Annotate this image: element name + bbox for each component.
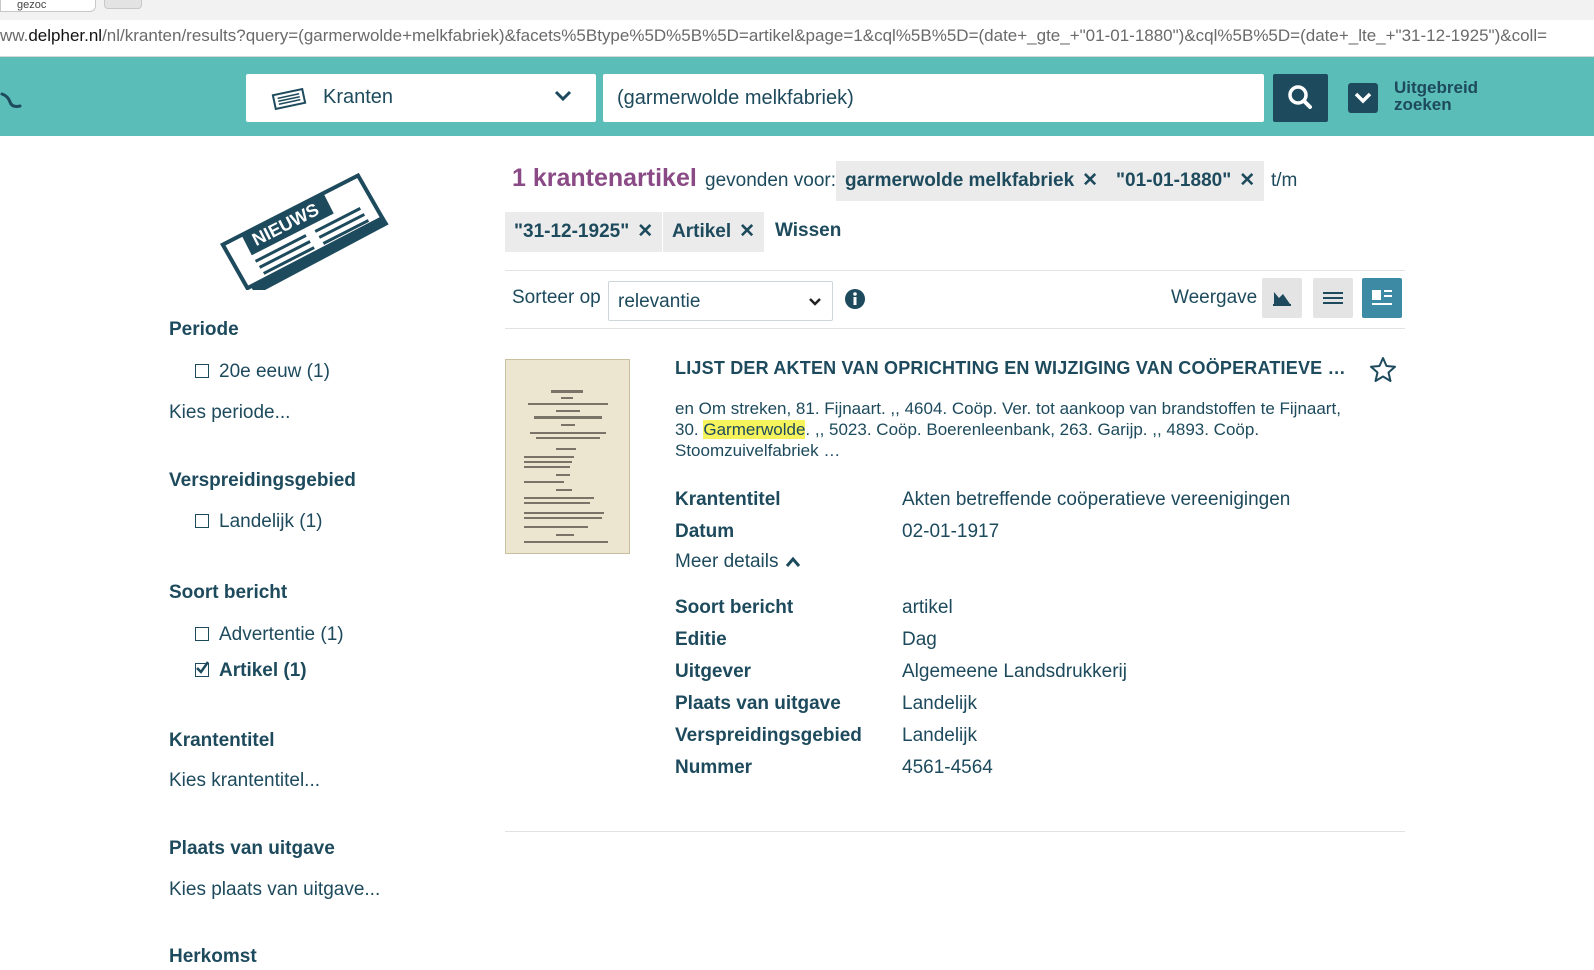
checkmark-icon	[196, 661, 209, 674]
sort-label: Sorteer op	[512, 287, 601, 308]
detail-key: Uitgever	[675, 661, 752, 682]
detail-value: artikel	[902, 597, 953, 618]
divider	[505, 328, 1405, 329]
image-view-icon	[1273, 292, 1291, 306]
snippet-line: 30. Garmerwolde. ,, 5023. Coöp. Boerenle…	[675, 419, 1375, 440]
checkbox-landelijk[interactable]	[195, 514, 209, 528]
detail-key: Verspreidingsgebied	[675, 725, 862, 746]
newspaper-icon	[271, 87, 307, 111]
checkbox-artikel-checked[interactable]	[195, 661, 209, 677]
view-label: Weergave	[1171, 287, 1258, 308]
star-icon[interactable]	[1368, 355, 1398, 385]
snippet-line: Stoomzuivelfabriek …	[675, 441, 841, 460]
filter-chip-type: Artikel ✕	[663, 212, 765, 252]
until-label: t/m	[1271, 170, 1298, 191]
snippet-highlight: Garmerwolde	[703, 420, 806, 439]
advanced-search-toggle[interactable]	[1348, 83, 1378, 113]
chevron-up-icon[interactable]	[785, 555, 801, 569]
checkbox-20e-eeuw[interactable]	[195, 364, 209, 378]
view-list-button[interactable]	[1313, 278, 1353, 318]
facet-title-krantentitel: Krantentitel	[169, 730, 275, 751]
snippet-text: 30.	[675, 420, 704, 439]
chevron-down-icon	[554, 90, 572, 102]
url-text[interactable]: ww.delpher.nl/nl/kranten/results?query=(…	[0, 26, 1547, 46]
detail-value: Landelijk	[902, 725, 977, 746]
browser-tabstrip	[0, 0, 1594, 21]
chevron-down-icon	[1354, 92, 1372, 104]
new-tab-button[interactable]	[104, 0, 142, 9]
url-path: /nl/kranten/results?query=(garmerwolde+m…	[102, 26, 1548, 45]
close-icon[interactable]: ✕	[1082, 170, 1098, 191]
facet-title-soort-bericht: Soort bericht	[169, 582, 288, 603]
choose-plaats-link[interactable]: Kies plaats van uitgave...	[169, 879, 380, 901]
view-image-button[interactable]	[1262, 278, 1302, 318]
filter-chip-label: "01-01-1880"	[1116, 170, 1232, 191]
snippet-text: . ,, 5023. Coöp. Boerenleenbank, 263. Ga…	[805, 420, 1260, 439]
collection-label: Kranten	[323, 86, 394, 108]
close-icon[interactable]: ✕	[637, 221, 653, 242]
choose-period-link[interactable]: Kies periode...	[169, 402, 290, 424]
browser-tab[interactable]: gezoc	[0, 0, 96, 12]
detail-key: Editie	[675, 629, 727, 650]
detail-key: Krantentitel	[675, 489, 781, 510]
checkbox-advertentie[interactable]	[195, 627, 209, 641]
facet-title-verspreidingsgebied: Verspreidingsgebied	[169, 470, 356, 491]
browser-tab-title: gezoc	[17, 0, 47, 11]
list-view-icon	[1323, 292, 1343, 304]
result-count: 1 krantenartikel	[512, 164, 697, 192]
result-title-link[interactable]: LIJST DER AKTEN VAN OPRICHTING EN WIJZIG…	[675, 358, 1355, 379]
divider	[505, 270, 1405, 271]
facet-title-herkomst: Herkomst	[169, 946, 257, 967]
url-domain: delpher.nl	[28, 26, 103, 45]
news-logo-icon: NIEUWS	[220, 172, 389, 290]
filter-chip-date-to: "31-12-1925" ✕	[505, 212, 663, 252]
info-icon[interactable]	[844, 288, 866, 310]
sort-value: relevantie	[618, 291, 701, 312]
search-icon	[1288, 85, 1312, 109]
facet-title-plaats: Plaats van uitgave	[169, 838, 335, 859]
close-icon[interactable]: ✕	[1239, 170, 1255, 191]
detail-value: Landelijk	[902, 693, 977, 714]
advanced-search-label[interactable]: Uitgebreid zoeken	[1394, 79, 1504, 113]
chevron-down-icon	[809, 298, 821, 306]
filter-chip-date-from: "01-01-1880" ✕	[1107, 161, 1265, 201]
result-thumbnail[interactable]	[505, 359, 630, 554]
detail-view-icon	[1372, 290, 1392, 305]
divider	[505, 831, 1405, 832]
facet-option-artikel[interactable]: Artikel (1)	[219, 660, 307, 682]
filter-chip-label: Artikel	[672, 221, 732, 242]
detail-value: Algemeene Landsdrukkerij	[902, 661, 1127, 682]
filter-chip-label: "31-12-1925"	[514, 221, 630, 242]
detail-key: Plaats van uitgave	[675, 693, 841, 714]
close-icon[interactable]: ✕	[739, 221, 755, 242]
detail-value: 4561-4564	[902, 757, 993, 778]
clear-filters-link[interactable]: Wissen	[775, 220, 841, 242]
facet-title-periode: Periode	[169, 319, 239, 340]
search-input[interactable]	[603, 74, 1264, 122]
detail-value: Akten betreffende coöperatieve vereenigi…	[902, 489, 1291, 510]
detail-key: Datum	[675, 521, 735, 542]
filter-chip-query: garmerwolde melkfabriek ✕	[836, 161, 1108, 201]
detail-value: 02-01-1917	[902, 521, 1000, 542]
more-details-toggle[interactable]: Meer details	[675, 551, 779, 573]
snippet-line: en Om streken, 81. Fijnaart. ,, 4604. Co…	[675, 399, 1341, 418]
detail-key: Soort bericht	[675, 597, 794, 618]
delpher-logo-icon[interactable]	[0, 88, 22, 110]
document-thumbnail-image	[524, 390, 608, 543]
url-prefix: ww.	[0, 26, 29, 45]
found-for-label: gevonden voor:	[705, 170, 836, 191]
filter-chip-label: garmerwolde melkfabriek	[845, 170, 1075, 191]
facet-option-landelijk[interactable]: Landelijk (1)	[219, 511, 323, 533]
facet-option-20e-eeuw[interactable]: 20e eeuw (1)	[219, 361, 330, 383]
facet-option-advertentie[interactable]: Advertentie (1)	[219, 624, 344, 646]
detail-key: Nummer	[675, 757, 753, 778]
view-detail-button[interactable]	[1362, 278, 1402, 318]
detail-value: Dag	[902, 629, 937, 650]
search-button[interactable]	[1273, 74, 1328, 122]
result-snippet: en Om streken, 81. Fijnaart. ,, 4604. Co…	[675, 398, 1375, 461]
choose-krantentitel-link[interactable]: Kies krantentitel...	[169, 770, 320, 792]
